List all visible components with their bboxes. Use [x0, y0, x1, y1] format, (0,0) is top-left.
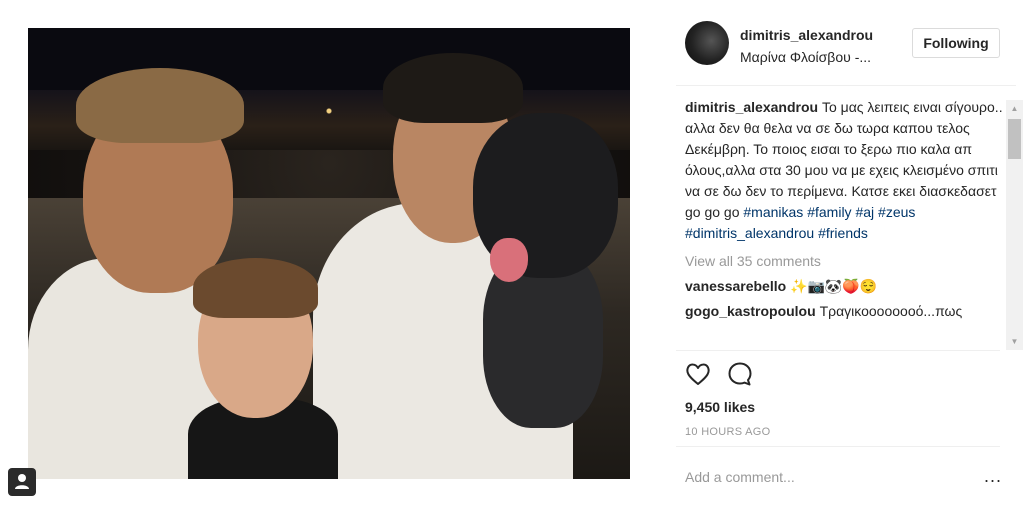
hashtag-manikas[interactable]: #manikas — [743, 204, 803, 220]
comments-scrollbar[interactable]: ▲ ▼ — [1006, 100, 1023, 350]
hashtag-zeus[interactable]: #zeus — [878, 204, 915, 220]
comment-text: ✨📷🐼🍑😌 — [790, 278, 878, 294]
comments-section[interactable]: dimitris_alexandrou Το μας λειπεις ειναι… — [685, 97, 1005, 350]
avatar[interactable] — [685, 21, 729, 65]
person-left-hair — [76, 68, 244, 143]
person-center-hair — [383, 53, 523, 123]
hashtag-dimitris-alexandrou[interactable]: #dimitris_alexandrou — [685, 225, 814, 241]
child-hair — [193, 258, 318, 318]
user-silhouette-icon[interactable] — [8, 468, 36, 496]
comment-item: gogo_kastropoulou Τραγικοοοοοοοό...πως — [685, 300, 1005, 322]
comment-username[interactable]: gogo_kastropoulou — [685, 303, 816, 319]
username-link[interactable]: dimitris_alexandrou — [740, 27, 873, 43]
post-photo[interactable] — [28, 28, 630, 479]
more-options-icon[interactable]: ... — [984, 467, 1002, 485]
scroll-thumb[interactable] — [1008, 119, 1021, 159]
hashtag-family[interactable]: #family — [807, 204, 851, 220]
view-all-comments-link[interactable]: View all 35 comments — [685, 250, 1005, 272]
comment-item: vanessarebello ✨📷🐼🍑😌 — [685, 275, 1005, 297]
scroll-down-arrow-icon[interactable]: ▼ — [1006, 333, 1023, 350]
caption: dimitris_alexandrou Το μας λειπεις ειναι… — [685, 97, 1005, 244]
post-header: dimitris_alexandrou Μαρίνα Φλοίσβου -...… — [676, 13, 1016, 86]
comment-username[interactable]: vanessarebello — [685, 278, 786, 294]
action-icons — [684, 360, 754, 388]
divider — [676, 350, 1000, 351]
caption-username[interactable]: dimitris_alexandrou — [685, 99, 818, 115]
scroll-up-arrow-icon[interactable]: ▲ — [1006, 100, 1023, 117]
following-button[interactable]: Following — [912, 28, 1000, 58]
heart-outline-icon[interactable] — [684, 360, 712, 388]
likes-count[interactable]: 9,450 likes — [685, 399, 755, 415]
post-timestamp[interactable]: 10 HOURS AGO — [685, 426, 771, 438]
location-link[interactable]: Μαρίνα Φλοίσβου -... — [740, 49, 871, 65]
comment-text: Τραγικοοοοοοοό...πως — [819, 303, 963, 319]
caption-text: Το μας λειπεις ειναι σίγουρο.. αλλα δεν … — [685, 99, 1003, 220]
divider — [676, 446, 1000, 447]
speech-bubble-icon[interactable] — [726, 360, 754, 388]
hashtag-aj[interactable]: #aj — [855, 204, 874, 220]
dog-tongue — [490, 238, 528, 282]
add-comment-input[interactable] — [685, 464, 965, 490]
hashtag-friends[interactable]: #friends — [818, 225, 868, 241]
